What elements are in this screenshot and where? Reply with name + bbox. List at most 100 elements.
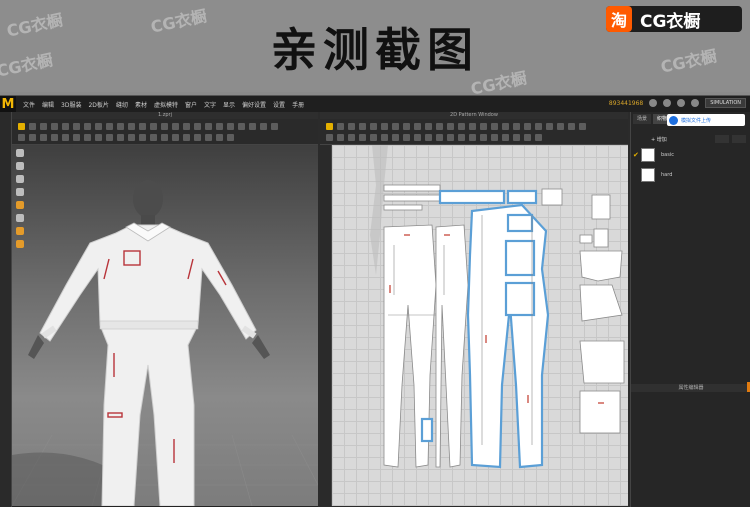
tool-icon[interactable] [403,123,410,130]
tool-icon[interactable] [535,134,542,141]
tool-icon[interactable] [205,123,212,130]
tool-icon[interactable] [227,123,234,130]
tool-icon[interactable] [172,134,179,141]
tool-icon[interactable] [425,134,432,141]
copy-button[interactable] [715,135,729,143]
tool-icon[interactable] [491,123,498,130]
tool-icon[interactable] [161,134,168,141]
menu-manual[interactable]: 手册 [292,100,304,109]
edit-pattern-tool-icon[interactable] [326,123,333,130]
tool-icon[interactable] [40,134,47,141]
menu-avatar[interactable]: 虚拟模特 [154,100,178,109]
tool-icon[interactable] [161,123,168,130]
tool-icon[interactable] [62,123,69,130]
tool-icon[interactable] [95,134,102,141]
tool-icon[interactable] [392,123,399,130]
tool-icon[interactable] [73,123,80,130]
fabric-item-basic[interactable]: ✔ basic [633,148,674,162]
tool-icon[interactable] [150,134,157,141]
cart-icon[interactable] [663,99,672,107]
menu-3d-garment[interactable]: 3D服装 [61,100,81,109]
tool-icon[interactable] [414,123,421,130]
tool-icon[interactable] [51,134,58,141]
menu-2d-pattern[interactable]: 2D板片 [88,100,108,109]
tool-icon[interactable] [557,123,564,130]
delete-button[interactable] [732,135,746,143]
tool-icon[interactable] [370,134,377,141]
user-icon[interactable] [649,99,658,107]
menu-edit[interactable]: 编辑 [42,100,54,109]
menu-display[interactable]: 显示 [223,100,235,109]
tool-icon[interactable] [62,134,69,141]
simulation-button[interactable]: SIMULATION [705,98,746,108]
tab-scene[interactable]: 场景 [633,114,652,124]
tool-icon[interactable] [348,123,355,130]
tool-icon[interactable] [40,123,47,130]
fabric-item-hard[interactable]: hard [641,168,672,182]
tool-icon[interactable] [337,123,344,130]
tool-icon[interactable] [183,134,190,141]
settings-icon[interactable] [691,99,700,107]
tool-icon[interactable] [414,134,421,141]
cloud-upload-button[interactable]: 模拟文件上传 [667,114,745,126]
tool-icon[interactable] [447,123,454,130]
tool-icon[interactable] [469,134,476,141]
3d-viewport[interactable] [12,145,318,506]
tool-icon[interactable] [480,123,487,130]
tool-icon[interactable] [73,134,80,141]
tool-icon[interactable] [337,134,344,141]
tool-icon[interactable] [271,123,278,130]
tool-icon[interactable] [139,134,146,141]
tool-icon[interactable] [370,123,377,130]
tool-icon[interactable] [524,134,531,141]
tool-icon[interactable] [227,134,234,141]
tool-icon[interactable] [139,123,146,130]
menu-window[interactable]: 窗户 [185,100,197,109]
avatar-in-jumpsuit[interactable] [12,145,318,506]
tool-icon[interactable] [29,134,36,141]
tool-icon[interactable] [392,134,399,141]
tool-icon[interactable] [51,123,58,130]
menu-preferences[interactable]: 偏好设置 [242,100,266,109]
tool-icon[interactable] [491,134,498,141]
menu-materials[interactable]: 素材 [135,100,147,109]
tool-icon[interactable] [172,123,179,130]
tool-icon[interactable] [29,123,36,130]
tool-icon[interactable] [128,123,135,130]
tool-icon[interactable] [447,134,454,141]
tool-icon[interactable] [238,123,245,130]
tool-icon[interactable] [535,123,542,130]
tool-icon[interactable] [458,123,465,130]
pattern-pieces[interactable] [332,145,628,506]
menu-sewing[interactable]: 缝纫 [116,100,128,109]
tool-icon[interactable] [381,123,388,130]
tool-icon[interactable] [513,123,520,130]
2d-pattern-viewport[interactable] [332,145,628,506]
tool-icon[interactable] [568,123,575,130]
tool-icon[interactable] [106,123,113,130]
tool-icon[interactable] [436,134,443,141]
tool-icon[interactable] [425,123,432,130]
tool-icon[interactable] [260,123,267,130]
tool-icon[interactable] [216,134,223,141]
tool-icon[interactable] [95,123,102,130]
tool-icon[interactable] [128,134,135,141]
tool-icon[interactable] [403,134,410,141]
tool-icon[interactable] [106,134,113,141]
tool-icon[interactable] [117,123,124,130]
menu-text[interactable]: 文字 [204,100,216,109]
tool-icon[interactable] [117,134,124,141]
tool-icon[interactable] [579,123,586,130]
tool-icon[interactable] [546,123,553,130]
tool-icon[interactable] [524,123,531,130]
tool-icon[interactable] [348,134,355,141]
tool-icon[interactable] [84,123,91,130]
tool-icon[interactable] [194,123,201,130]
tool-icon[interactable] [458,134,465,141]
tool-icon[interactable] [205,134,212,141]
tool-icon[interactable] [183,123,190,130]
help-icon[interactable] [677,99,686,107]
tool-icon[interactable] [513,134,520,141]
tool-icon[interactable] [381,134,388,141]
tool-icon[interactable] [18,134,25,141]
